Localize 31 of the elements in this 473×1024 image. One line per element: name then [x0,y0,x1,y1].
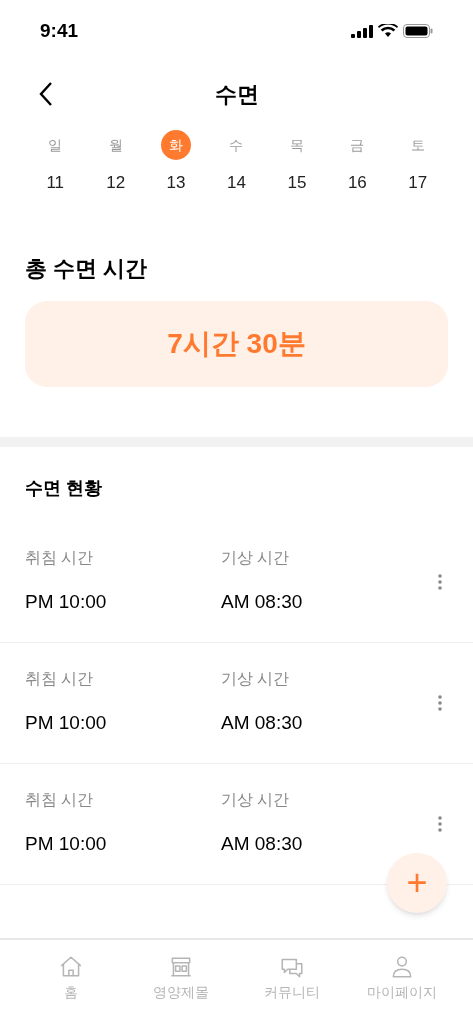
page-title: 수면 [214,80,259,109]
bedtime-label: 취침 시간 [25,548,95,569]
wake-time-value: AM 08:30 [221,590,304,615]
wake-time-label: 기상 시간 [221,669,291,690]
signal-icon [351,24,373,38]
wifi-icon [378,24,398,38]
back-chevron-icon [38,81,54,107]
bedtime-value: PM 10:00 [25,711,108,736]
date-tab[interactable]: 화 13 [145,130,207,196]
bedtime-label: 취침 시간 [25,669,95,690]
more-vertical-icon [438,694,442,711]
bedtime-label: 취침 시간 [25,790,95,811]
date-tab[interactable]: 목 15 [266,130,328,196]
battery-icon [403,24,433,38]
more-vertical-icon [438,573,442,590]
wake-time-value: AM 08:30 [221,711,304,736]
wake-time-label: 기상 시간 [221,790,291,811]
status-time: 9:41 [40,18,79,43]
date-tab[interactable]: 수 14 [206,130,267,196]
date-tab[interactable]: 일 11 [25,130,86,196]
section-title: 총 수면 시간 [25,254,149,283]
more-vertical-icon [438,815,442,832]
wake-time-value: AM 08:30 [221,832,304,857]
date-tab[interactable]: 토 17 [387,130,448,196]
bedtime-value: PM 10:00 [25,832,108,857]
wake-time-label: 기상 시간 [221,548,291,569]
date-tab[interactable]: 월 12 [85,130,146,196]
date-tab[interactable]: 금 16 [327,130,388,196]
bedtime-value: PM 10:00 [25,590,108,615]
section-title: 수면 현황 [24,476,103,500]
total-sleep-card: 7시간 30분 [25,300,448,387]
